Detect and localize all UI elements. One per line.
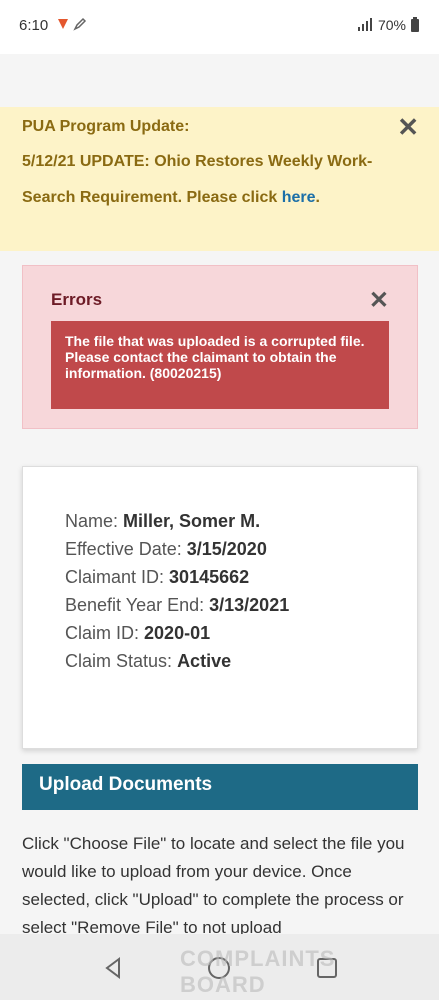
banner-here-link[interactable]: here [282,189,316,206]
banner-close-icon[interactable]: ✕ [397,112,419,143]
banner-line: 5/12/21 UPDATE: Ohio Restores Weekly Wor… [22,153,373,170]
app-content: PUA Program Update: 5/12/21 UPDATE: Ohio… [0,54,439,937]
benefit-year-end-row: Benefit Year End: 3/13/2021 [65,595,289,616]
claim-id-row: Claim ID: 2020-01 [65,623,210,644]
errors-panel: Errors ✕ The file that was uploaded is a… [22,265,418,429]
claimant-id-value: 30145662 [169,567,250,587]
claim-status-value: Active [177,651,232,671]
name-label: Name: [65,511,119,531]
claim-id-label: Claim ID: [65,623,140,643]
status-right: 70% [357,16,419,33]
edit-icon [73,17,87,31]
name-value: Miller, Somer M. [123,511,261,531]
claimant-id-label: Claimant ID: [65,567,165,587]
upload-documents-header: Upload Documents [22,764,418,810]
status-time: 6:10 [19,17,49,34]
banner-line-link: Search Requirement. Please click here. [22,189,320,207]
effective-date-row: Effective Date: 3/15/2020 [65,539,267,560]
claim-status-row: Claim Status: Active [65,651,231,672]
status-bar: 6:10 70% [0,0,439,54]
claim-status-label: Claim Status: [65,651,173,671]
claim-id-value: 2020-01 [144,623,211,643]
effective-date-label: Effective Date: [65,539,182,559]
signal-icon [357,18,372,31]
program-update-banner: PUA Program Update: 5/12/21 UPDATE: Ohio… [0,107,439,251]
banner-heading: PUA Program Update: [22,118,190,135]
battery-percent: 70% [377,17,406,33]
claimant-id-row: Claimant ID: 30145662 [65,567,249,588]
claim-info-card: Name: Miller, Somer M. Effective Date: 3… [22,466,418,749]
errors-close-icon[interactable]: ✕ [369,286,389,315]
error-message: The file that was uploaded is a corrupte… [51,321,389,409]
banner-period: . [315,189,320,206]
back-icon[interactable] [99,954,127,982]
watermark: COMPLAINTS BOARD [180,946,336,997]
benefit-year-end-label: Benefit Year End: [65,595,205,615]
battery-icon [411,16,419,32]
banner-text: Search Requirement. Please click [22,189,282,206]
benefit-year-end-value: 3/13/2021 [209,595,290,615]
upload-instructions: Click "Choose File" to locate and select… [22,834,405,937]
claim-name-row: Name: Miller, Somer M. [65,511,260,532]
effective-date-value: 3/15/2020 [186,539,267,559]
errors-title: Errors [51,290,103,309]
notification-icon [58,19,68,29]
